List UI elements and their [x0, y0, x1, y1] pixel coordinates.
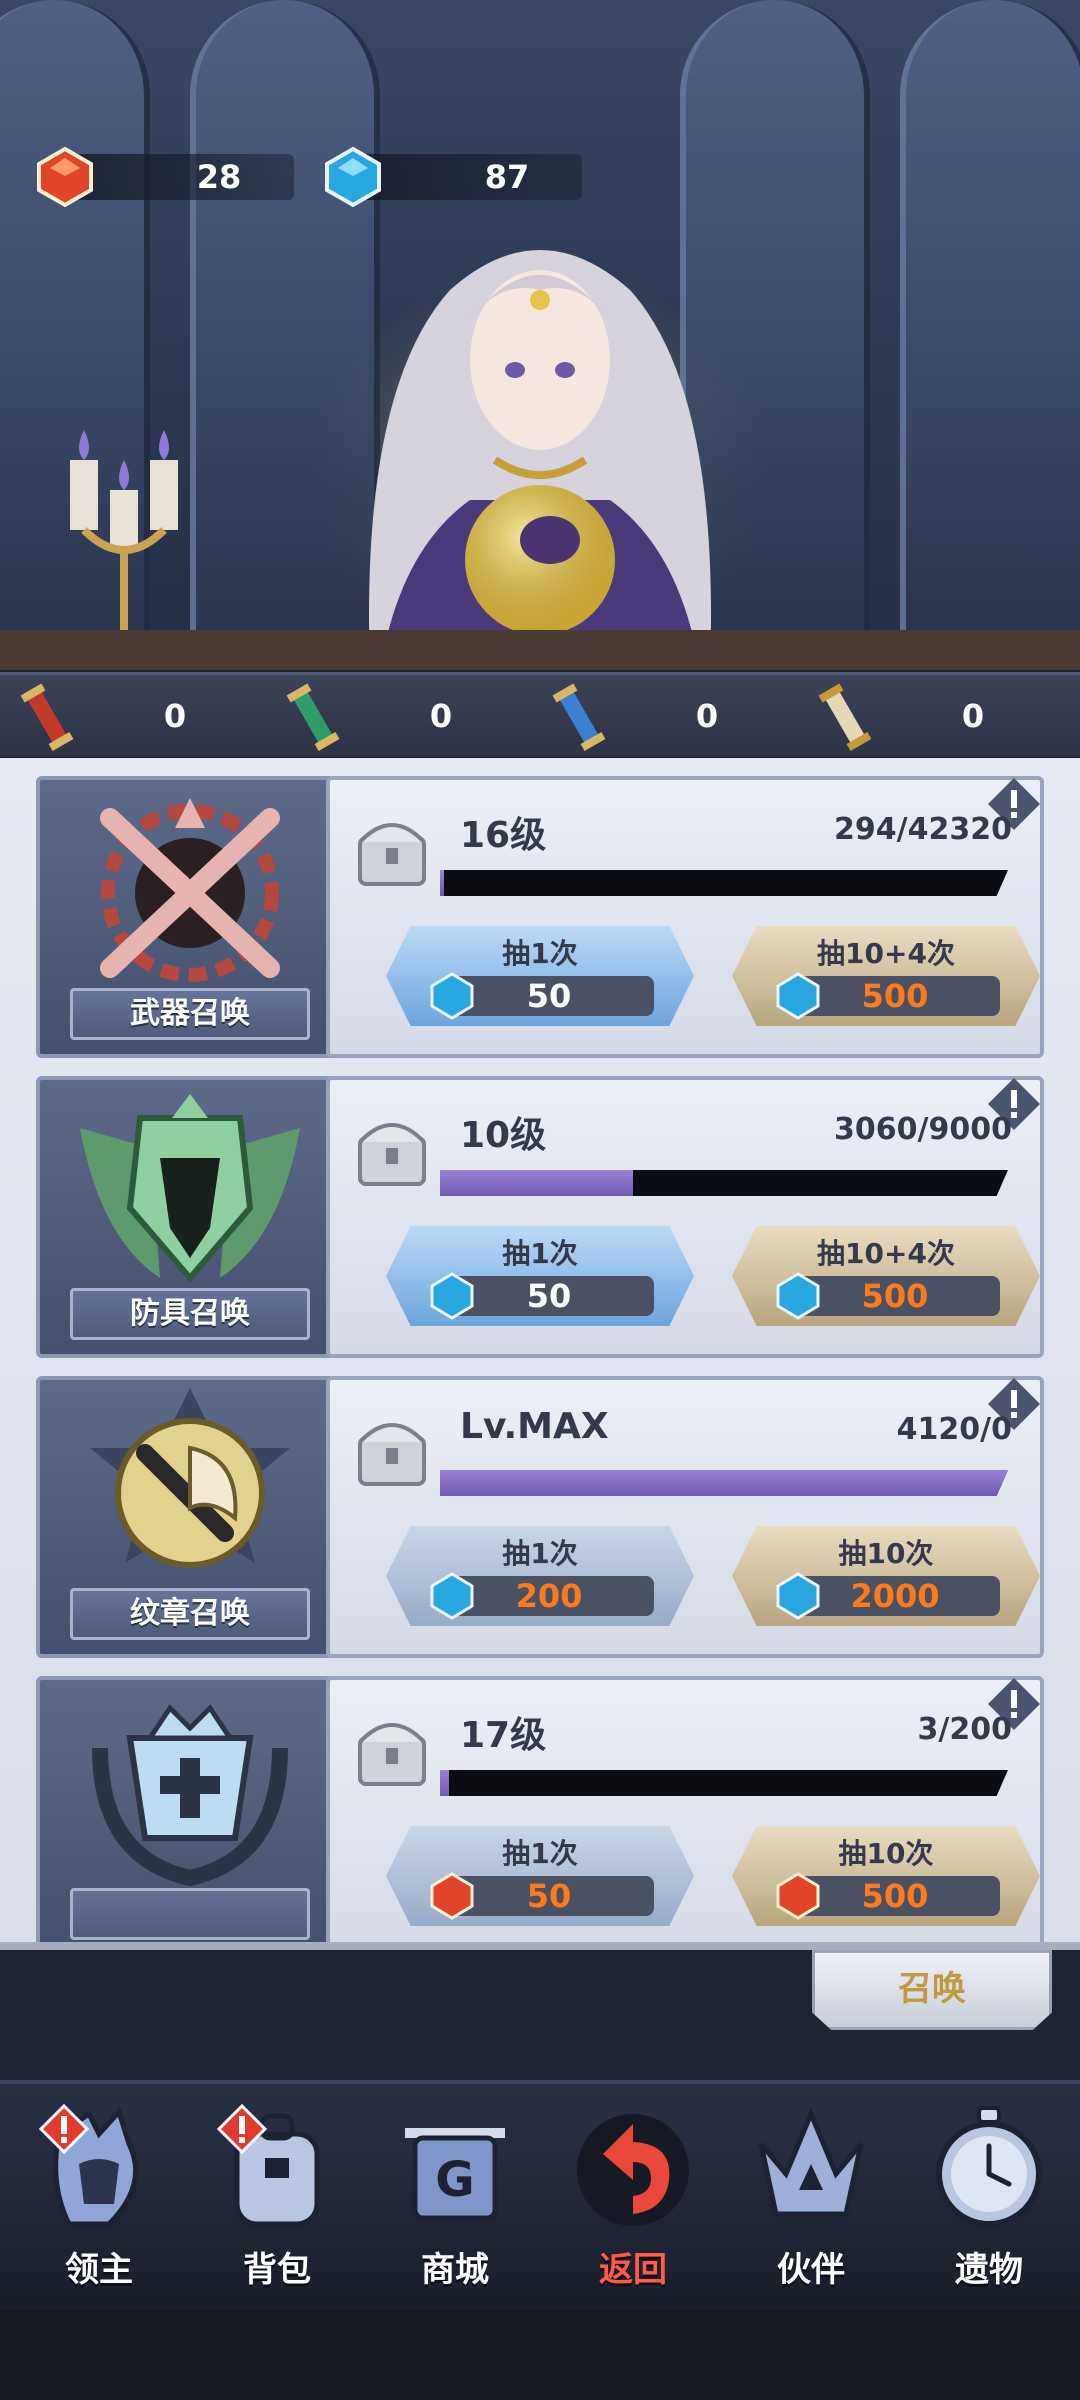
red-scroll-icon [20, 683, 74, 751]
nav-partner-label: 伙伴 [777, 2250, 845, 2290]
emblem-summon-card: 纹章召唤 Lv.MAX 4120/0 抽1次 200 抽10次 2000 [36, 1376, 1044, 1658]
crossed-swords-icon [100, 798, 280, 982]
summon-once-button[interactable]: 抽1次 50 [386, 1826, 694, 1926]
summon-progress-text: 3/200 [917, 1712, 1012, 1747]
seer-character-illustration [369, 250, 711, 670]
silver-chest-icon [358, 1123, 426, 1186]
table-surface [0, 630, 1080, 670]
summon-progress-bar [440, 1470, 1008, 1496]
nav-shop[interactable]: G 商城 [370, 2104, 540, 2304]
red-gem-amount: 28 [196, 158, 242, 196]
summon-level: Lv.MAX [460, 1406, 609, 1447]
gold-scroll-count: 0 [961, 697, 985, 735]
summon-progress-bar [440, 1170, 1008, 1196]
partner-crown-icon [758, 2107, 864, 2217]
blue-gem-icon [430, 1272, 474, 1320]
summon-multi-button[interactable]: 抽10+4次 500 [732, 926, 1040, 1026]
armor-summon-details: 10级 3060/9000 抽1次 50 抽10+4次 500 [326, 1076, 1044, 1358]
red-gem-icon [430, 1872, 474, 1920]
silver-chest-icon [358, 823, 426, 886]
nav-lord-label: 领主 [65, 2250, 133, 2290]
scroll-counter-bar: 0 0 0 0 [0, 672, 1080, 760]
nav-lord[interactable]: 领主 [14, 2104, 184, 2304]
summon-once-button[interactable]: 抽1次 50 [386, 926, 694, 1026]
shop-icon: G [405, 2128, 505, 2221]
red-gem-icon [776, 1872, 820, 1920]
weapon-summon-details: 16级 294/42320 抽1次 50 抽10+4次 500 [326, 776, 1044, 1058]
gold-scroll-counter: 0 [798, 675, 1058, 763]
winged-helmet-icon [80, 1094, 300, 1283]
blue-gem-counter: 87 [322, 146, 582, 208]
blue-gem-icon [430, 1572, 474, 1620]
summon-progress-text: 4120/0 [896, 1412, 1012, 1447]
gold-scroll-icon [818, 683, 872, 751]
relic-summon-details: 17级 3/200 抽1次 50 抽10次 500 [326, 1676, 1044, 1942]
green-scroll-counter: 0 [266, 675, 526, 763]
nav-backpack-label: 背包 [243, 2250, 311, 2290]
nav-shop-label: 商城 [421, 2250, 489, 2290]
nav-relic[interactable]: 遗物 [904, 2104, 1074, 2304]
silver-chest-icon [358, 1723, 426, 1786]
crest-badge-icon [90, 1388, 290, 1568]
fortune-teller-scene: 28 87 [0, 0, 1080, 670]
blue-gem-amount: 87 [484, 158, 530, 196]
nav-return-label: 返回 [599, 2250, 667, 2290]
weapon-summon-card: 武器召唤 16级 294/42320 抽1次 50 抽10+4次 500 [36, 776, 1044, 1058]
red-scroll-counter: 0 [0, 675, 260, 763]
summon-level: 17级 [460, 1715, 547, 1756]
red-gem-icon [37, 146, 93, 208]
armor-summon-title: 防具召唤 [70, 1288, 310, 1340]
blue-gem-icon [776, 1272, 820, 1320]
trophy-cross-icon [92, 1704, 288, 1887]
system-bottom-bar [0, 2310, 1080, 2400]
armor-summon-card: 防具召唤 10级 3060/9000 抽1次 50 抽10+4次 500 [36, 1076, 1044, 1358]
blue-scroll-icon [552, 683, 606, 751]
blue-gem-icon [776, 1572, 820, 1620]
nav-partner[interactable]: 伙伴 [726, 2104, 896, 2304]
return-icon [577, 2114, 689, 2226]
svg-text:G: G [435, 2152, 474, 2208]
summon-progress-bar [440, 870, 1008, 896]
green-scroll-count: 0 [429, 697, 453, 735]
summon-multi-button[interactable]: 抽10次 2000 [732, 1526, 1040, 1626]
bottom-navigation: 领主 背包 G 商城 返回 伙伴 遗物 [0, 2080, 1080, 2310]
summon-once-button[interactable]: 抽1次 50 [386, 1226, 694, 1326]
green-scroll-icon [286, 683, 340, 751]
nav-backpack[interactable]: 背包 [192, 2104, 362, 2304]
silver-chest-icon [358, 1423, 426, 1486]
blue-gem-icon [325, 146, 381, 208]
weapon-summon-title: 武器召唤 [70, 988, 310, 1040]
summon-level: 16级 [460, 815, 547, 856]
emblem-summon-emblem: 纹章召唤 [36, 1376, 336, 1658]
blue-gem-icon [776, 972, 820, 1020]
summon-tab[interactable]: 召唤 [812, 1950, 1052, 2030]
nav-return[interactable]: 返回 [548, 2104, 718, 2304]
relic-watch-icon [936, 2106, 1042, 2227]
blue-scroll-counter: 0 [532, 675, 792, 763]
relic-summon-card: 17级 3/200 抽1次 50 抽10次 500 [36, 1676, 1044, 1942]
red-scroll-count: 0 [163, 697, 187, 735]
emblem-summon-title: 纹章召唤 [70, 1588, 310, 1640]
alert-badge-icon [39, 2104, 89, 2154]
relic-summon-emblem [36, 1676, 336, 1942]
summon-multi-button[interactable]: 抽10次 500 [732, 1826, 1040, 1926]
summon-progress-text: 294/42320 [834, 812, 1012, 847]
alert-badge-icon [217, 2104, 267, 2154]
blue-gem-icon [430, 972, 474, 1020]
relic-summon-title [70, 1888, 310, 1940]
summon-progress-text: 3060/9000 [834, 1112, 1012, 1147]
summon-panel[interactable]: 武器召唤 16级 294/42320 抽1次 50 抽10+4次 500 防具召… [0, 758, 1080, 1950]
summon-once-button[interactable]: 抽1次 200 [386, 1526, 694, 1626]
nav-relic-label: 遗物 [955, 2250, 1023, 2290]
summon-progress-bar [440, 1770, 1008, 1796]
armor-summon-emblem: 防具召唤 [36, 1076, 336, 1358]
emblem-summon-details: Lv.MAX 4120/0 抽1次 200 抽10次 2000 [326, 1376, 1044, 1658]
background-arch [900, 0, 1080, 640]
blue-scroll-count: 0 [695, 697, 719, 735]
weapon-summon-emblem: 武器召唤 [36, 776, 336, 1058]
red-gem-counter: 28 [34, 146, 294, 208]
summon-multi-button[interactable]: 抽10+4次 500 [732, 1226, 1040, 1326]
summon-level: 10级 [460, 1115, 547, 1156]
